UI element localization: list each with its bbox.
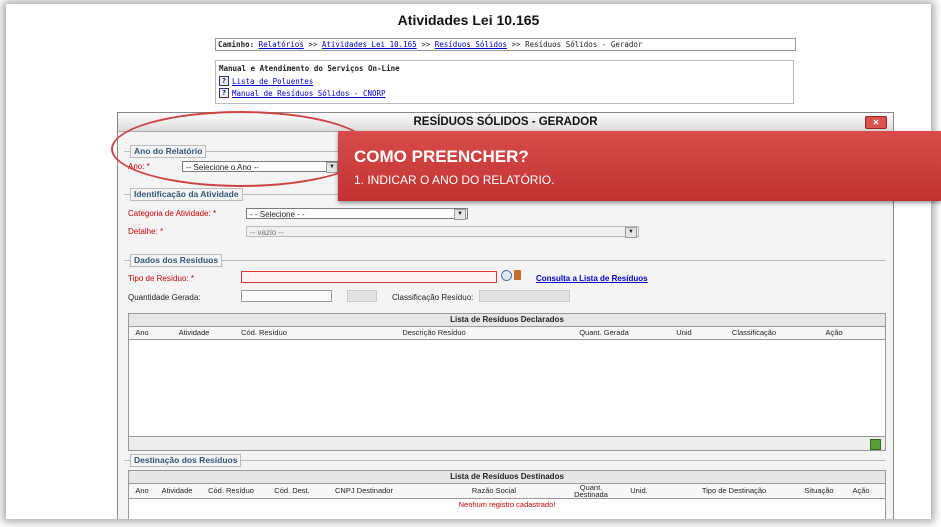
declarados-footer (129, 436, 885, 450)
help-icon: ? (219, 88, 229, 98)
quantidade-label: Quantidade Gerada: (128, 293, 201, 302)
export-excel-icon[interactable] (870, 439, 881, 450)
column-header: Ano (135, 486, 149, 495)
column-header: Cód. Resíduo (241, 328, 287, 337)
residuos-legend: Dados dos Resíduos (130, 254, 223, 267)
chevron-down-icon: ▼ (625, 227, 637, 238)
destinados-header: Ano Atividade Cód. Resíduo Cód. Dest. CN… (129, 484, 885, 499)
breadcrumb-current: Resíduos Sólidos - Gerador (525, 40, 643, 49)
column-header: Unid (676, 328, 692, 337)
breadcrumb: Caminho: Relatórios >> Atividades Lei 10… (215, 38, 796, 51)
categoria-select[interactable]: - - Selecione - - ▼ (246, 208, 468, 220)
declarados-grid: Lista de Resíduos Declarados Ano Ativida… (128, 313, 886, 451)
detalhe-select-value: -- vazio -- (250, 228, 284, 237)
classificacao-field (479, 290, 570, 302)
atividade-section: Identificação da Atividade (124, 188, 886, 245)
column-header: CNPJ Destinador (335, 486, 393, 495)
manual-residuos-link[interactable]: Manual de Resíduos Sólidos - CNORP (232, 89, 386, 98)
breadcrumb-link-relatorios[interactable]: Relatórios (259, 40, 304, 49)
page-title: Atividades Lei 10.165 (397, 12, 540, 28)
instruction-callout: COMO PREENCHER? 1. INDICAR O ANO DO RELA… (338, 131, 941, 201)
column-header: Unid. (630, 486, 648, 495)
column-header: Ação (852, 486, 870, 495)
callout-title: COMO PREENCHER? (354, 147, 529, 166)
column-header: Tipo de Destinação (701, 486, 767, 495)
consulta-wrapper: Consulta a Lista de Resíduos (536, 274, 648, 283)
breadcrumb-link-residuos[interactable]: Resíduos Sólidos (435, 40, 507, 49)
trash-icon[interactable] (514, 270, 521, 280)
callout-text: 1. INDICAR O ANO DO RELATÓRIO. (354, 173, 555, 187)
atividade-legend: Identificação da Atividade (130, 188, 243, 201)
lista-poluentes-link[interactable]: Lista de Poluentes (232, 77, 313, 86)
manual-item: ? Manual de Resíduos Sólidos - CNORP (216, 87, 793, 99)
close-button[interactable]: ✕ (865, 116, 887, 129)
column-header: Ação (825, 328, 843, 337)
column-header: Descrição Resíduo (402, 328, 466, 337)
page-frame: Atividades Lei 10.165 Caminho: Relatório… (6, 4, 931, 519)
help-icon: ? (219, 76, 229, 86)
dialog-title: RESÍDUOS SÓLIDOS - GERADOR (413, 116, 598, 128)
column-header: Cód. Dest. (274, 486, 310, 495)
column-header: Cód. Resíduo (208, 486, 254, 495)
categoria-label: Categoria de Atividade: * (128, 209, 217, 218)
breadcrumb-label: Caminho: (218, 40, 255, 49)
manual-title: Manual e Atendimento do Serviços On-Line (219, 64, 400, 73)
column-header: Classificação (731, 328, 777, 337)
empty-message: Nenhum registro cadastrado! (458, 500, 556, 509)
residuos-section: Dados dos Resíduos (124, 254, 886, 311)
declarados-title: Lista de Resíduos Declarados (129, 314, 885, 327)
quantidade-input[interactable] (241, 290, 332, 302)
column-header: Razão Social (471, 486, 517, 495)
manual-item: ? Lista de Poluentes (216, 75, 793, 87)
manual-box: Manual e Atendimento do Serviços On-Line… (215, 60, 794, 104)
highlight-oval (111, 111, 371, 187)
classificacao-label: Classificação Resíduo: (392, 293, 474, 302)
destinados-title: Lista de Resíduos Destinados (129, 471, 885, 484)
tipo-residuo-label: Tipo de Resíduo: * (128, 274, 194, 283)
declarados-header: Ano Atividade Cód. Resíduo Descrição Res… (129, 327, 885, 340)
breadcrumb-separator: >> (308, 40, 318, 49)
column-header: Quant. Destinada (574, 483, 608, 499)
consulta-lista-link[interactable]: Consulta a Lista de Resíduos (536, 274, 648, 283)
column-header: Situação (804, 486, 834, 495)
column-header: Quant. Gerada (579, 328, 629, 337)
column-header: Atividade (161, 486, 193, 495)
destinados-grid: Lista de Resíduos Destinados Ano Ativida… (128, 470, 886, 519)
breadcrumb-separator: >> (421, 40, 431, 49)
breadcrumb-separator: >> (511, 40, 521, 49)
destinacao-legend: Destinação dos Resíduos (130, 454, 242, 467)
tipo-residuo-input[interactable] (241, 271, 497, 283)
column-header: Ano (135, 328, 149, 337)
chevron-down-icon: ▼ (454, 209, 466, 220)
column-header: Atividade (178, 328, 210, 337)
detalhe-select[interactable]: -- vazio -- ▼ (246, 226, 639, 238)
categoria-select-value: - - Selecione - - (250, 210, 305, 219)
unidade-field (347, 290, 377, 302)
detalhe-label: Detalhe: * (128, 227, 164, 236)
breadcrumb-link-atividades[interactable]: Atividades Lei 10.165 (322, 40, 417, 49)
search-icon[interactable] (501, 270, 512, 281)
